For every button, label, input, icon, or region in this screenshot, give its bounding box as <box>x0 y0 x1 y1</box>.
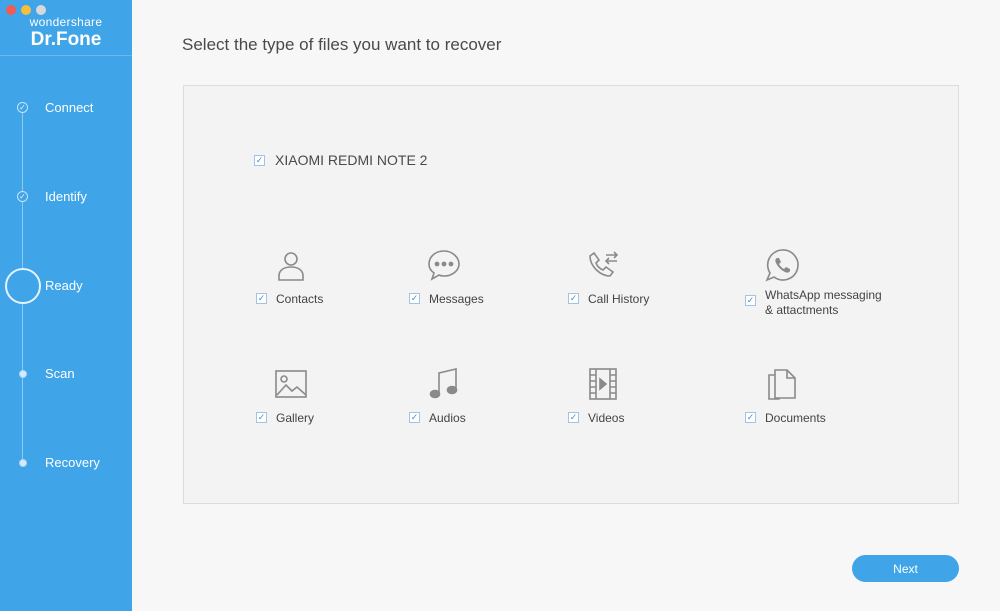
page-title: Select the type of files you want to rec… <box>182 35 502 54</box>
film-icon <box>586 367 620 401</box>
audios-label: Audios <box>429 411 466 425</box>
sidebar: wondershare Dr.Fone ✓ Connect ✓ Identify… <box>0 0 132 611</box>
step-identify: ✓ Identify <box>0 186 132 210</box>
step-label: Ready <box>45 278 83 293</box>
current-step-ring-icon <box>5 268 41 304</box>
device-checkbox[interactable]: ✓ <box>254 154 265 166</box>
videos-checkbox[interactable]: ✓ <box>568 412 579 423</box>
messages-label: Messages <box>429 292 484 306</box>
music-note-icon <box>427 367 461 401</box>
filetype-gallery[interactable]: ✓ Gallery <box>256 367 416 437</box>
check-circle-icon: ✓ <box>17 191 28 202</box>
messages-option[interactable]: ✓ Messages <box>409 292 484 307</box>
step-recovery: Recovery <box>0 452 132 476</box>
step-label: Scan <box>45 366 75 381</box>
logo-brand-main: Dr.Fone <box>30 29 102 50</box>
whatsapp-icon <box>765 248 799 282</box>
filetype-videos[interactable]: ✓ Videos <box>568 367 728 437</box>
videos-label: Videos <box>588 411 625 425</box>
chat-bubble-icon <box>427 248 461 282</box>
step-label: Recovery <box>45 455 100 470</box>
step-label: Identify <box>45 189 87 204</box>
whatsapp-option[interactable]: ✓ WhatsApp messaging & attactments <box>745 288 882 318</box>
sidebar-divider <box>0 55 132 56</box>
step-label: Connect <box>45 100 94 115</box>
device-name: XIAOMI REDMI NOTE 2 <box>275 152 428 168</box>
filetype-whatsapp[interactable]: ✓ WhatsApp messaging & attactments <box>745 248 925 318</box>
window-controls <box>6 5 46 15</box>
phone-arrows-icon <box>586 248 620 282</box>
gallery-checkbox[interactable]: ✓ <box>256 412 267 423</box>
logo-brand-top: wondershare <box>29 15 103 29</box>
whatsapp-checkbox[interactable]: ✓ <box>745 295 756 306</box>
zoom-window-button[interactable] <box>36 5 46 15</box>
filetype-audios[interactable]: ✓ Audios <box>409 367 569 437</box>
gallery-label: Gallery <box>276 411 315 425</box>
documents-option[interactable]: ✓ Documents <box>745 411 826 426</box>
whatsapp-label: WhatsApp messaging & attactments <box>765 288 882 317</box>
filetype-messages[interactable]: ✓ Messages <box>409 248 569 318</box>
call-history-checkbox[interactable]: ✓ <box>568 293 579 304</box>
contacts-option[interactable]: ✓ Contacts <box>256 292 323 307</box>
step-ready: Ready <box>0 268 132 304</box>
image-icon <box>274 367 308 401</box>
contacts-label: Contacts <box>276 292 324 306</box>
step-scan: Scan <box>0 363 132 387</box>
gallery-option[interactable]: ✓ Gallery <box>256 411 314 426</box>
filetype-contacts[interactable]: ✓ Contacts <box>256 248 416 318</box>
person-icon <box>274 248 308 282</box>
app-logo: wondershare Dr.Fone <box>0 16 132 51</box>
call-history-option[interactable]: ✓ Call History <box>568 292 649 307</box>
close-window-button[interactable] <box>6 5 16 15</box>
pending-dot-icon <box>19 370 27 378</box>
contacts-checkbox[interactable]: ✓ <box>256 293 267 304</box>
audios-option[interactable]: ✓ Audios <box>409 411 466 426</box>
minimize-window-button[interactable] <box>21 5 31 15</box>
check-circle-icon: ✓ <box>17 102 28 113</box>
filetype-call-history[interactable]: ✓ Call History <box>568 248 728 318</box>
audios-checkbox[interactable]: ✓ <box>409 412 420 423</box>
documents-checkbox[interactable]: ✓ <box>745 412 756 423</box>
filetype-documents[interactable]: ✓ Documents <box>745 367 905 437</box>
documents-label: Documents <box>765 411 826 425</box>
device-row[interactable]: ✓ XIAOMI REDMI NOTE 2 <box>254 152 427 168</box>
pending-dot-icon <box>19 459 27 467</box>
call-history-label: Call History <box>588 292 650 306</box>
next-button[interactable]: Next <box>852 555 959 582</box>
documents-icon <box>765 367 799 401</box>
step-connect: ✓ Connect <box>0 97 132 121</box>
messages-checkbox[interactable]: ✓ <box>409 293 420 304</box>
videos-option[interactable]: ✓ Videos <box>568 411 624 426</box>
